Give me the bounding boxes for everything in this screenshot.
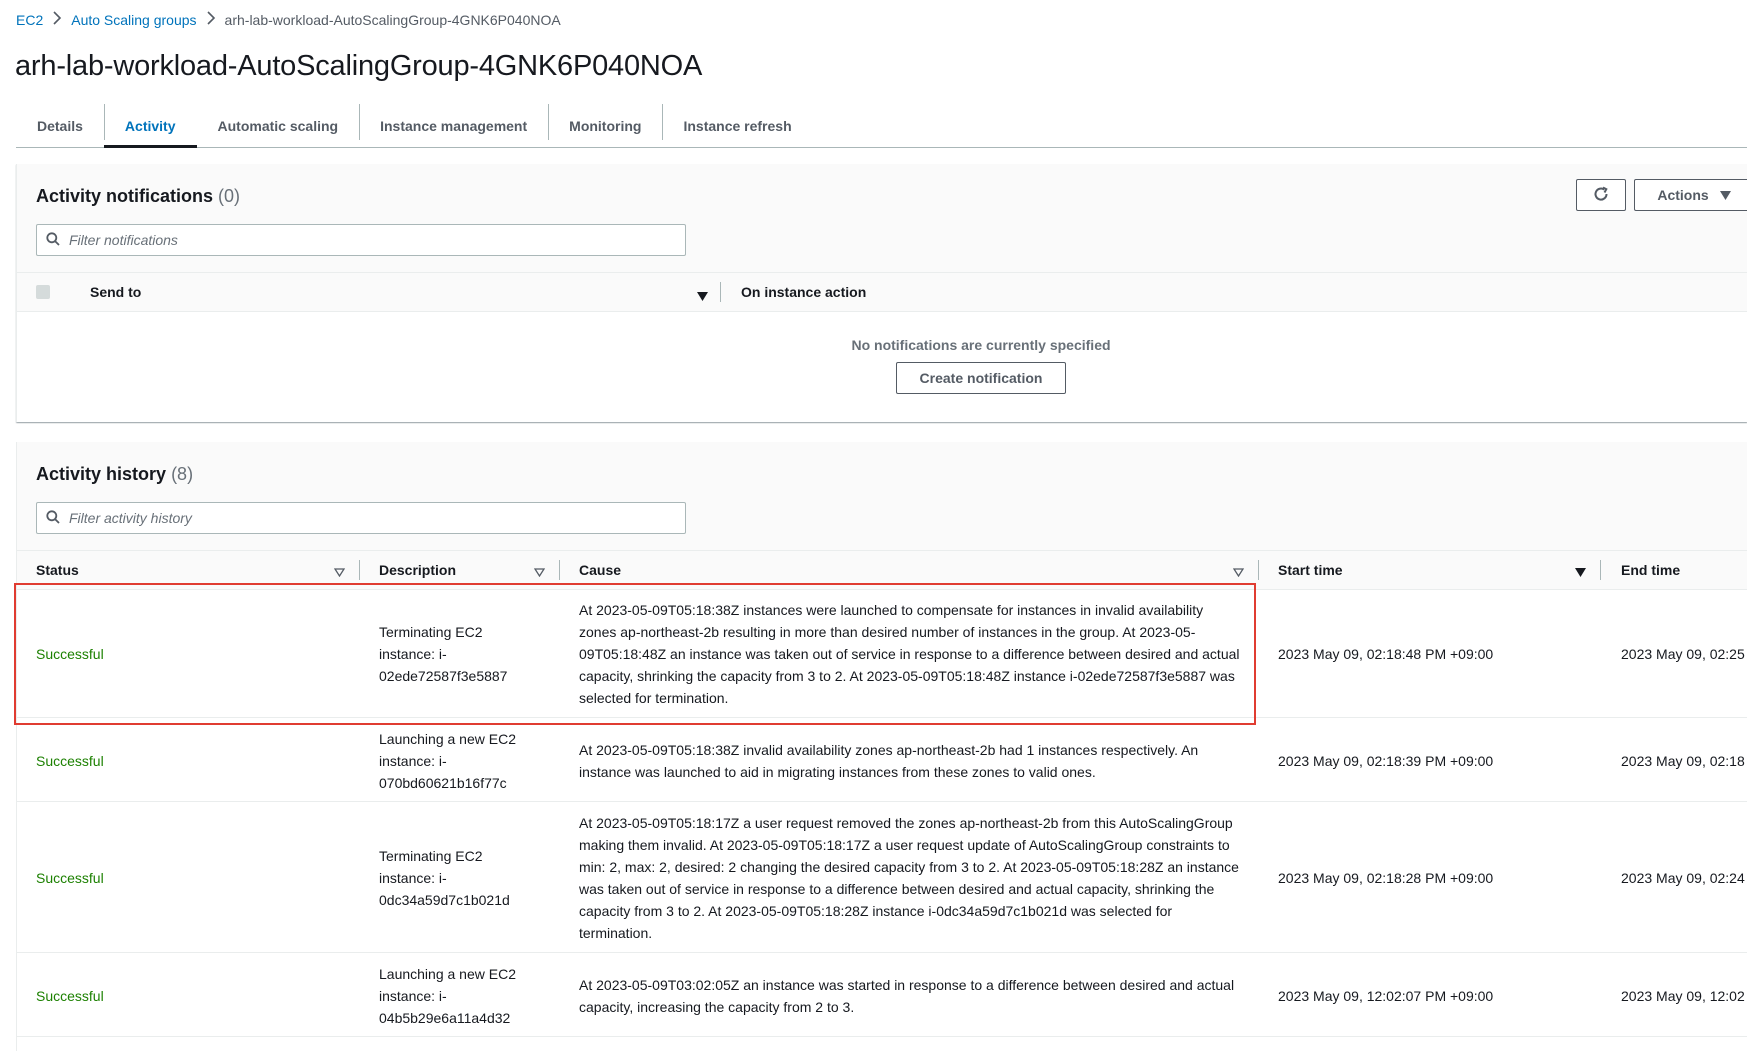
column-divider [559,560,560,580]
search-icon [37,509,60,527]
sort-desc-icon[interactable] [697,288,708,304]
history-title: Activity history (8) [36,464,194,484]
description-text: Terminating EC2 instance: i-0dc34a59d7c1… [379,848,510,908]
sort-desc-icon[interactable] [1575,564,1586,580]
filter-history-field[interactable] [69,510,659,526]
column-description[interactable]: Description [379,551,456,589]
column-on-instance-action[interactable]: On instance action [741,273,866,311]
column-send-to[interactable]: Send to [90,273,141,311]
breadcrumb-current: arh-lab-workload-AutoScalingGroup-4GNK6P… [224,12,561,28]
table-row[interactable]: Successful Launching a new EC2 instance:… [17,719,1747,802]
column-divider [1600,560,1601,580]
table-row[interactable]: Successful Terminating EC2 instance: i-0… [17,590,1747,718]
notifications-empty-text: No notifications are currently specified [851,337,1111,353]
end-time-text: 2023 May 09, 02:25 [1621,646,1745,662]
filter-notifications-input[interactable] [36,224,686,256]
description-text: Terminating EC2 instance: i-02ede72587f3… [379,624,508,684]
end-time-text: 2023 May 09, 02:18 [1621,752,1745,769]
table-row[interactable]: Successful Terminating EC2 instance: i-0… [17,803,1747,953]
chevron-right-icon [197,11,225,29]
column-start-time[interactable]: Start time [1278,551,1343,589]
cause-text: At 2023-05-09T05:18:38Z invalid availabi… [579,741,1199,780]
breadcrumb-ec2-link[interactable]: EC2 [16,12,43,28]
end-time-text: 2023 May 09, 12:02 [1621,987,1745,1004]
activity-notifications-panel: Activity notifications (0) Actions Send … [16,164,1747,422]
cause-text: At 2023-05-09T03:02:05Z an instance was … [579,976,1235,1015]
filter-history-input[interactable] [36,502,686,534]
sort-icon[interactable] [333,564,346,580]
tab-bar: Details Activity Automatic scaling Insta… [16,104,1747,148]
breadcrumb-asg-link[interactable]: Auto Scaling groups [71,12,196,28]
status-text: Successful [36,646,104,662]
refresh-icon [1592,185,1610,206]
refresh-button[interactable] [1576,179,1626,211]
start-time-text: 2023 May 09, 02:18:39 PM +09:00 [1278,752,1494,769]
end-time-text: 2023 May 09, 02:24 [1621,870,1745,886]
notifications-header: Activity notifications (0) Actions [17,164,1747,272]
column-divider [1258,560,1259,580]
chevron-right-icon [43,11,71,29]
activity-history-panel: Activity history (8) Status Description … [16,442,1747,1051]
start-time-text: 2023 May 09, 02:18:48 PM +09:00 [1278,646,1494,662]
tab-details[interactable]: Details [16,104,104,147]
filter-notifications-field[interactable] [69,232,659,248]
tab-instance-refresh[interactable]: Instance refresh [662,104,812,147]
start-time-text: 2023 May 09, 02:18:28 PM +09:00 [1278,870,1494,886]
status-text: Successful [36,870,104,886]
column-divider [359,560,360,580]
column-divider [720,282,721,302]
tab-monitoring[interactable]: Monitoring [548,104,662,147]
tab-automatic-scaling[interactable]: Automatic scaling [197,104,360,147]
column-status[interactable]: Status [36,551,79,589]
history-header: Activity history (8) [17,442,1747,550]
cause-text: At 2023-05-09T05:18:17Z a user request r… [579,815,1239,941]
breadcrumb: EC2 Auto Scaling groups arh-lab-workload… [16,11,561,29]
create-notification-button[interactable]: Create notification [896,362,1066,394]
status-text: Successful [36,987,104,1004]
cause-text: At 2023-05-09T05:18:38Z instances were l… [579,602,1240,706]
sort-icon[interactable] [533,564,546,580]
history-table-header: Status Description Cause Start time End … [17,550,1747,590]
notifications-table-header: Send to On instance action [17,272,1747,312]
table-row[interactable]: Successful Launching a new EC2 instance:… [17,954,1747,1037]
column-cause[interactable]: Cause [579,551,621,589]
history-count: (8) [171,464,194,484]
status-text: Successful [36,752,104,769]
sort-icon[interactable] [1232,564,1245,580]
description-text: Launching a new EC2 instance: i-070bd606… [379,730,516,791]
actions-button[interactable]: Actions [1634,179,1747,211]
caret-down-icon [1719,187,1731,203]
page-title: arh-lab-workload-AutoScalingGroup-4GNK6P… [15,50,703,82]
notifications-count: (0) [218,186,241,206]
tab-activity[interactable]: Activity [103,104,197,148]
start-time-text: 2023 May 09, 12:02:07 PM +09:00 [1278,987,1494,1004]
search-icon [37,231,60,249]
tab-instance-management[interactable]: Instance management [359,104,548,147]
description-text: Launching a new EC2 instance: i-04b5b29e… [379,965,516,1026]
select-all-checkbox[interactable] [36,285,50,299]
column-end-time[interactable]: End time [1621,551,1680,589]
notifications-title: Activity notifications (0) [36,186,241,206]
